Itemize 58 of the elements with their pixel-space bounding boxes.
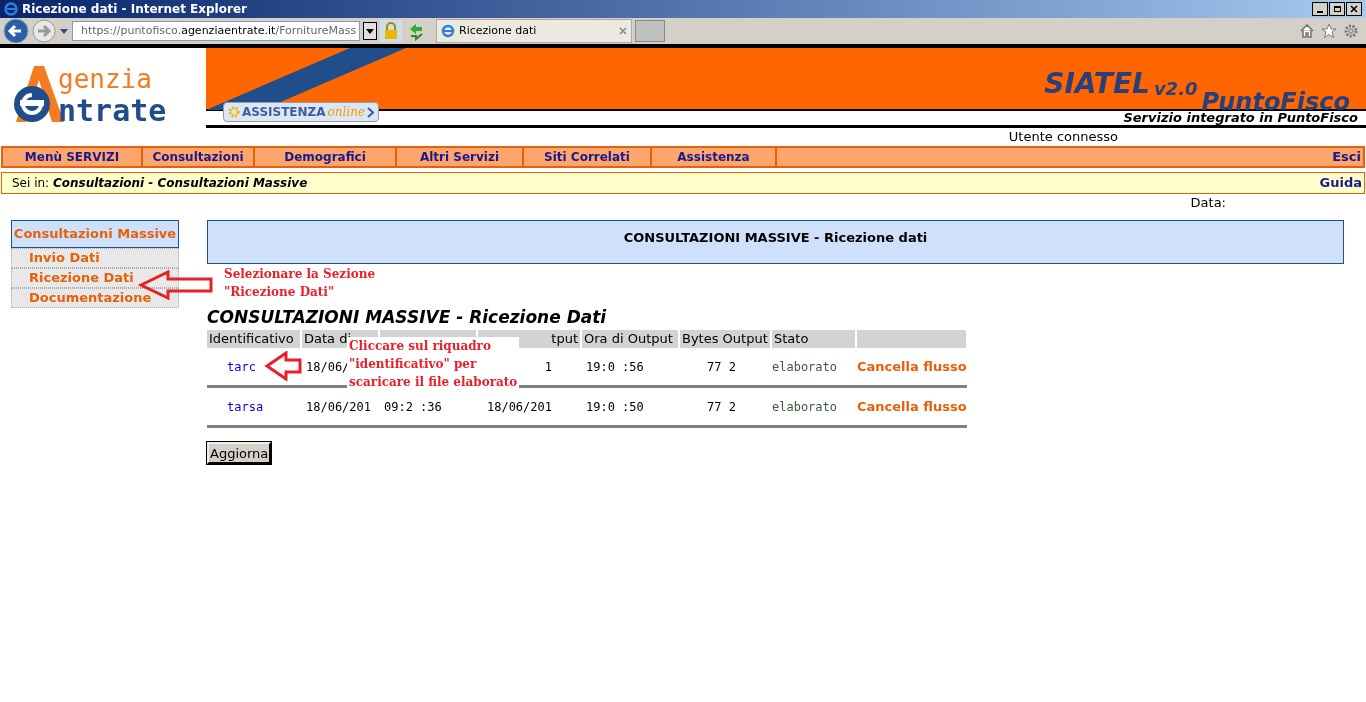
table-cell: elaborato — [772, 399, 838, 414]
page-icon — [441, 24, 455, 38]
close-icon[interactable] — [619, 27, 627, 35]
annotation-text: Cliccare sul riquadro "identificativo" per scaricare il file elaborato — [347, 337, 520, 391]
caret-icon — [366, 28, 374, 34]
user-label: Utente connesso — [1008, 128, 1118, 147]
arrow-drawing — [264, 351, 302, 381]
menu-item[interactable]: Siti Correlati — [524, 148, 652, 166]
chevron-icon — [367, 106, 375, 118]
menu-item[interactable]: Menù SERVIZI — [3, 148, 143, 166]
refresh-button[interactable]: Aggiorna — [207, 442, 272, 464]
gear-icon — [228, 106, 240, 118]
column-header: Stato — [772, 330, 855, 348]
settings-icon[interactable] — [1343, 23, 1359, 39]
back-icon[interactable] — [3, 18, 29, 44]
table-cell: 18/06/201 — [486, 399, 552, 414]
assistenza-button[interactable]: ASSISTENZA online — [223, 102, 380, 122]
service-subtitle: Servizio integrato in PuntoFisco — [1123, 110, 1358, 128]
window-title: Ricezione dati - Internet Explorer — [22, 1, 247, 18]
logo-drawing: genzia ntrate — [6, 62, 206, 132]
dropdown-icon[interactable] — [59, 27, 69, 35]
table-cell: 77 2 — [707, 399, 736, 414]
browser-tab[interactable]: Ricezione dati — [436, 19, 632, 43]
browser-logo-icon — [4, 2, 18, 16]
menu-item[interactable]: Altri Servizi — [397, 148, 524, 166]
sidebar-title: Consultazioni Massive — [11, 220, 179, 248]
brand-title: SIATEL — [1044, 70, 1150, 98]
panel-header: CONSULTAZIONI MASSIVE - Ricezione dati — [207, 220, 1344, 264]
table-cell: 09:2 :36 — [384, 399, 442, 414]
column-header: Identificativo — [207, 330, 300, 348]
section-title: CONSULTAZIONI MASSIVE - Ricezione Dati — [207, 306, 608, 328]
minimize-button[interactable] — [1312, 2, 1328, 16]
logout-link[interactable]: Esci — [1332, 147, 1363, 167]
date-label: Data: — [1190, 194, 1226, 213]
table-cell: 19:0 :56 — [586, 359, 644, 374]
star-icon[interactable] — [1321, 23, 1337, 39]
table-cell: elaborato — [772, 359, 838, 374]
menu-item[interactable]: Demografici — [255, 148, 397, 166]
version-label: v2.0 — [1153, 80, 1198, 98]
menu-item[interactable]: Consultazioni — [143, 148, 255, 166]
close-icon — [1350, 5, 1358, 13]
table-cell: 77 2 — [707, 359, 736, 374]
help-link[interactable]: Guida — [1319, 173, 1362, 193]
address-field[interactable]: https://puntofisco.agenziaentrate.it/FornitureMass — [72, 21, 360, 41]
breadcrumb: Sei in: Consultazioni - Consultazioni Massive — [12, 175, 308, 192]
column-header: Ora di Output — [582, 330, 678, 348]
table-cell: 1 — [544, 359, 552, 374]
identifier-link[interactable]: tarc — [227, 359, 256, 374]
address-dropdown-button[interactable] — [363, 22, 377, 40]
table-cell: 18/06/201 — [306, 399, 372, 414]
close-button[interactable] — [1346, 2, 1362, 16]
table-cell: 19:0 :50 — [586, 399, 644, 414]
table-cell: 18/06/ — [306, 359, 350, 374]
restore-button[interactable] — [1329, 2, 1345, 16]
menu-item[interactable]: Assistenza — [652, 148, 777, 166]
home-icon[interactable] — [1299, 23, 1315, 39]
column-header: Bytes Output — [680, 330, 770, 348]
identifier-link[interactable]: tarsa — [227, 399, 264, 414]
